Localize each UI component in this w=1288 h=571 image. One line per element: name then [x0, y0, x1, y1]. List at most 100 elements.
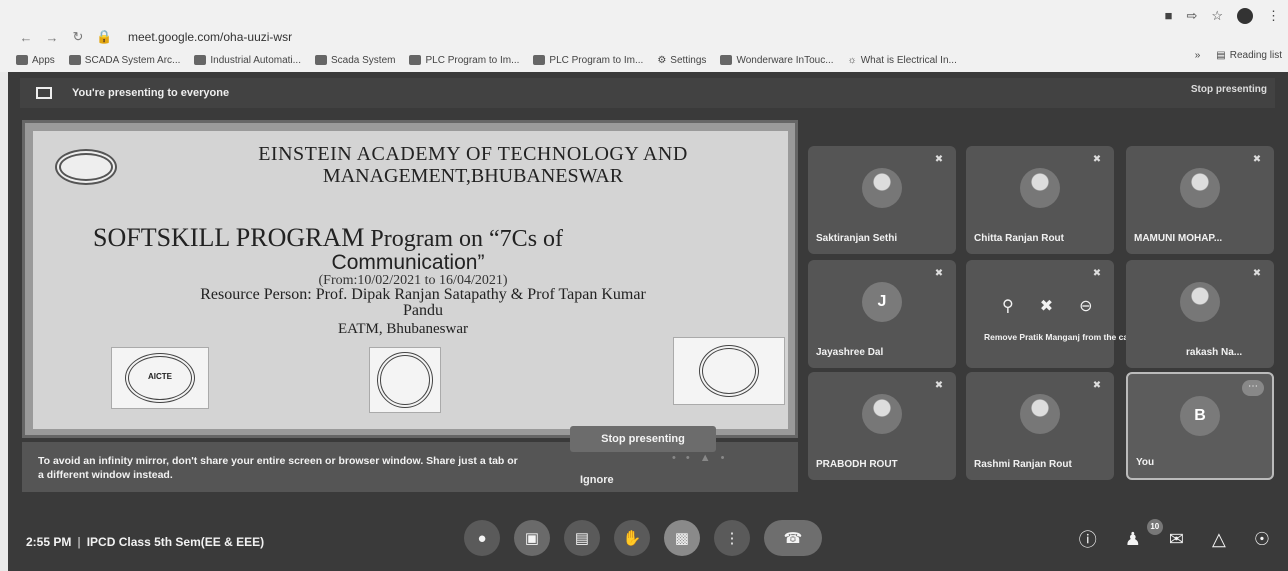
sun-icon: ☼	[847, 54, 857, 66]
bookmark-scada-system[interactable]: Scada System	[315, 55, 395, 66]
slide-institution: EATM, Bhubaneswar	[338, 321, 468, 337]
more-vert-icon: ⋮	[724, 530, 740, 547]
society-logo	[673, 337, 785, 405]
bookmark-scada-arc[interactable]: SCADA System Arc...	[68, 55, 180, 66]
bookmark-plc-1[interactable]: PLC Program to Im...	[409, 55, 519, 66]
mic-off-icon: ✖	[1252, 268, 1262, 279]
avatar: J	[862, 282, 902, 322]
participant-tile[interactable]: ✖ J Jayashree Dal	[808, 260, 956, 368]
side-panel-controls: ⓘ ♟ 10 ✉ △ ☉	[1079, 518, 1270, 552]
forward-icon[interactable]: →	[44, 30, 60, 45]
hand-icon: ✋	[622, 530, 642, 547]
university-logo	[369, 347, 441, 413]
bookmark-apps[interactable]: Apps	[16, 55, 55, 66]
participant-tile[interactable]: ✖ Rashmi Ranjan Rout	[966, 372, 1114, 480]
mute-participant-icon[interactable]: ✖	[1040, 296, 1053, 316]
shared-slide: EINSTEIN ACADEMY OF TECHNOLOGY AND MANAG…	[22, 120, 798, 438]
more-options-icon[interactable]: ⋯	[1242, 380, 1264, 396]
phone-hangup-icon: ☎	[783, 530, 803, 547]
stop-presenting-button[interactable]: Stop presenting	[570, 426, 716, 452]
mic-button[interactable]: ●	[464, 520, 500, 556]
people-count-badge: 10	[1146, 518, 1163, 535]
bookmark-icon	[194, 55, 207, 65]
star-icon[interactable]: ☆	[1211, 8, 1223, 24]
participant-name: PRABODH ROUT	[816, 459, 898, 470]
reload-icon[interactable]: ↻	[70, 29, 86, 45]
bookmark-wonderware[interactable]: Wonderware InTouc...	[720, 55, 834, 66]
participant-tile[interactable]: ✖ rakash Na...	[1126, 260, 1274, 368]
bookmark-industrial-automation[interactable]: Industrial Automati...	[194, 55, 301, 66]
avatar	[1180, 168, 1220, 208]
mic-off-icon: ✖	[934, 380, 944, 391]
profile-avatar[interactable]	[1237, 8, 1253, 24]
present-button[interactable]: ▩	[664, 520, 700, 556]
info-icon[interactable]: ⓘ	[1079, 526, 1097, 552]
present-icon: ▩	[674, 530, 690, 547]
college-logo	[55, 149, 117, 185]
faint-toolbar-icons: ••▲•	[672, 452, 735, 464]
participant-name: Rashmi Ranjan Rout	[974, 459, 1072, 470]
bookmark-icon	[533, 55, 546, 65]
ignore-button[interactable]: Ignore	[580, 474, 614, 486]
gear-icon: ⚙	[657, 54, 667, 66]
mic-off-icon: ✖	[1092, 380, 1102, 391]
leave-call-button[interactable]: ☎	[764, 520, 822, 556]
presenting-banner: You're presenting to everyone Stop prese…	[20, 78, 1275, 108]
avatar	[862, 168, 902, 208]
infinity-mirror-warning: To avoid an infinity mirror, don't share…	[22, 426, 798, 492]
menu-icon[interactable]: ⋮	[1267, 8, 1280, 24]
bookmark-icon	[409, 55, 422, 65]
chat-icon[interactable]: ✉	[1169, 529, 1184, 550]
stop-presenting-top-button[interactable]: Stop presenting	[1191, 84, 1267, 95]
present-screen-icon	[36, 87, 52, 99]
self-tile[interactable]: ⋯ B You	[1126, 372, 1274, 480]
share-icon[interactable]: ⇨	[1186, 8, 1197, 24]
pin-icon[interactable]: ⚲	[1002, 296, 1014, 316]
mic-off-icon: ✖	[1252, 154, 1262, 165]
camera-icon[interactable]: ■	[1165, 8, 1173, 24]
reading-list-icon: ▤	[1216, 50, 1226, 61]
meeting-title: IPCD Class 5th Sem(EE & EEE)	[86, 535, 265, 549]
meet-area: You're presenting to everyone Stop prese…	[8, 72, 1288, 571]
university-seal	[377, 352, 433, 408]
bookmark-icon	[68, 55, 81, 65]
raise-hand-button[interactable]: ✋	[614, 520, 650, 556]
tile-hover-controls: ⚲ ✖ ⊖	[1002, 296, 1093, 316]
meeting-bottom-bar: 2:55 PM | IPCD Class 5th Sem(EE & EEE) ● ▣…	[8, 508, 1288, 571]
browser-chrome: ■ ⇨ ☆ ⋮ ← → ↻ 🔒 meet.google.com/oha-uuzi…	[0, 0, 1288, 72]
camera-off-icon: ▣	[524, 530, 540, 547]
slide-program-line: SOFTSKILL PROGRAM Program on “7Cs of	[93, 223, 564, 252]
url-field[interactable]: meet.google.com/oha-uuzi-wsr	[128, 30, 292, 44]
participant-tile-hovered[interactable]: ✖ ⚲ ✖ ⊖ Remove Pratik Manganj from the c…	[966, 260, 1133, 368]
camera-button[interactable]: ▣	[514, 520, 550, 556]
back-icon[interactable]: ←	[18, 30, 34, 45]
bookmark-icon	[720, 55, 733, 65]
meeting-time: 2:55 PM	[26, 535, 72, 549]
mic-off-icon: ✖	[934, 268, 944, 279]
captions-button[interactable]: ▤	[564, 520, 600, 556]
reading-list[interactable]: ▤ Reading list	[1216, 50, 1282, 61]
participant-name: MAMUNI MOHAP...	[1134, 233, 1223, 244]
people-button[interactable]: ♟ 10	[1124, 518, 1163, 550]
bookmark-electrical[interactable]: ☼ What is Electrical In...	[848, 55, 957, 66]
avatar	[1020, 168, 1060, 208]
mic-off-icon: ✖	[934, 154, 944, 165]
more-bookmarks-icon[interactable]: »	[1195, 50, 1201, 61]
slide-content: EINSTEIN ACADEMY OF TECHNOLOGY AND MANAG…	[33, 131, 788, 429]
mic-off-icon: ✖	[1092, 268, 1102, 279]
remove-tooltip: Remove Pratik Manganj from the call	[984, 332, 1133, 342]
address-row: ← → ↻ 🔒 meet.google.com/oha-uuzi-wsr	[0, 24, 1288, 50]
people-icon: ♟	[1124, 528, 1141, 549]
participant-tile[interactable]: ✖ MAMUNI MOHAP...	[1126, 146, 1274, 254]
lock-icon: 🔒	[96, 29, 113, 44]
participant-tile[interactable]: ✖ PRABODH ROUT	[808, 372, 956, 480]
host-controls-icon[interactable]: ☉	[1254, 529, 1270, 550]
activities-icon[interactable]: △	[1212, 529, 1226, 550]
bookmark-plc-2[interactable]: PLC Program to Im...	[533, 55, 643, 66]
bookmark-settings[interactable]: ⚙ Settings	[657, 55, 706, 66]
slide-resource-person: Resource Person: Prof. Dipak Ranjan Sata…	[200, 286, 646, 319]
remove-icon[interactable]: ⊖	[1079, 296, 1092, 316]
participant-tile[interactable]: ✖ Chitta Ranjan Rout	[966, 146, 1114, 254]
more-options-button[interactable]: ⋮	[714, 520, 750, 556]
participant-tile[interactable]: ✖ Saktiranjan Sethi	[808, 146, 956, 254]
